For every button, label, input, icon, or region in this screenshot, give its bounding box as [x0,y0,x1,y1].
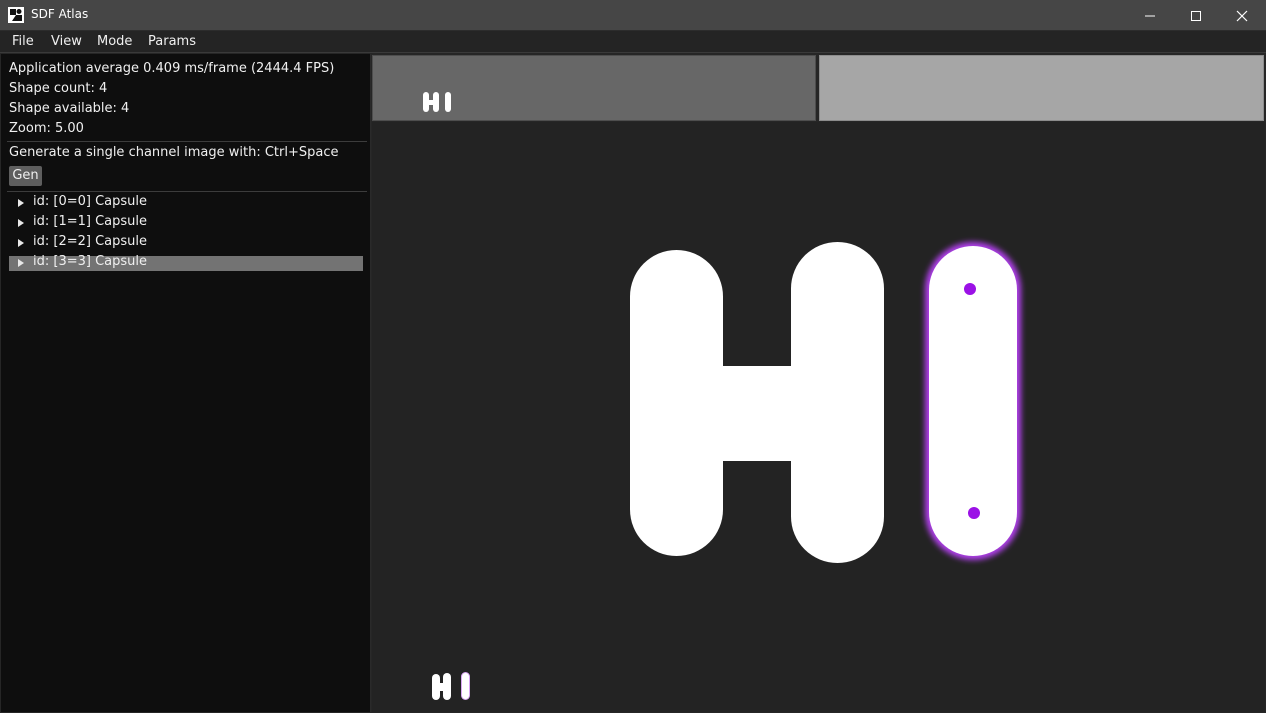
close-button[interactable] [1219,0,1265,31]
capsule-shape-1 [791,242,884,563]
maximize-button[interactable] [1173,0,1219,31]
minimize-icon [1145,15,1155,17]
separator [7,191,367,192]
shape-tree-label: id: [1=1] Capsule [33,214,148,229]
hi-thumbnail [423,92,451,112]
fps-text: Application average 0.409 ms/frame (2444… [9,61,335,76]
menu-file[interactable]: File [12,34,34,49]
canvas-drawing [432,242,1021,700]
tree-expand-arrow-icon[interactable] [18,239,24,247]
separator [7,141,367,142]
menu-bar: File View Mode Params [0,31,1266,53]
shape-tree-item-1[interactable]: id: [1=1] Capsule [9,214,363,231]
tree-expand-arrow-icon[interactable] [18,199,24,207]
menu-params[interactable]: Params [148,34,196,49]
shape-tree-label: id: [0=0] Capsule [33,194,148,209]
shape-canvas[interactable] [372,122,1265,712]
app-icon [8,7,24,23]
window-title: SDF Atlas [31,7,89,21]
menu-mode[interactable]: Mode [97,34,132,49]
shape-tree-label: id: [2=2] Capsule [33,234,148,249]
capsule-endpoint-handle [964,283,976,295]
sidebar-panel: Application average 0.409 ms/frame (2444… [1,54,371,712]
shape-tree-item-3[interactable]: id: [3=3] Capsule [9,254,363,271]
capsule-shape-2 [712,366,802,461]
menu-view[interactable]: View [51,34,82,49]
tree-expand-arrow-icon[interactable] [18,219,24,227]
minimize-button[interactable] [1127,0,1173,31]
capsule-endpoint-handle [968,507,980,519]
zoom-text: Zoom: 5.00 [9,121,84,136]
gen-button[interactable]: Gen [9,166,42,186]
shape-tree-label: id: [3=3] Capsule [33,254,148,269]
atlas-preview-sdf [819,55,1264,121]
maximize-icon [1191,11,1201,21]
tree-expand-arrow-icon[interactable] [18,259,24,267]
hi-minimap [432,672,470,700]
generate-hint-text: Generate a single channel image with: Ct… [9,145,339,160]
shape-tree-item-0[interactable]: id: [0=0] Capsule [9,194,363,211]
shape-available-text: Shape available: 4 [9,101,130,116]
capsule-shape-0 [630,250,723,556]
shape-count-text: Shape count: 4 [9,81,108,96]
close-icon [1236,10,1248,22]
title-bar: SDF Atlas [0,0,1266,31]
atlas-preview-color [372,55,816,121]
shape-tree-item-2[interactable]: id: [2=2] Capsule [9,234,363,251]
